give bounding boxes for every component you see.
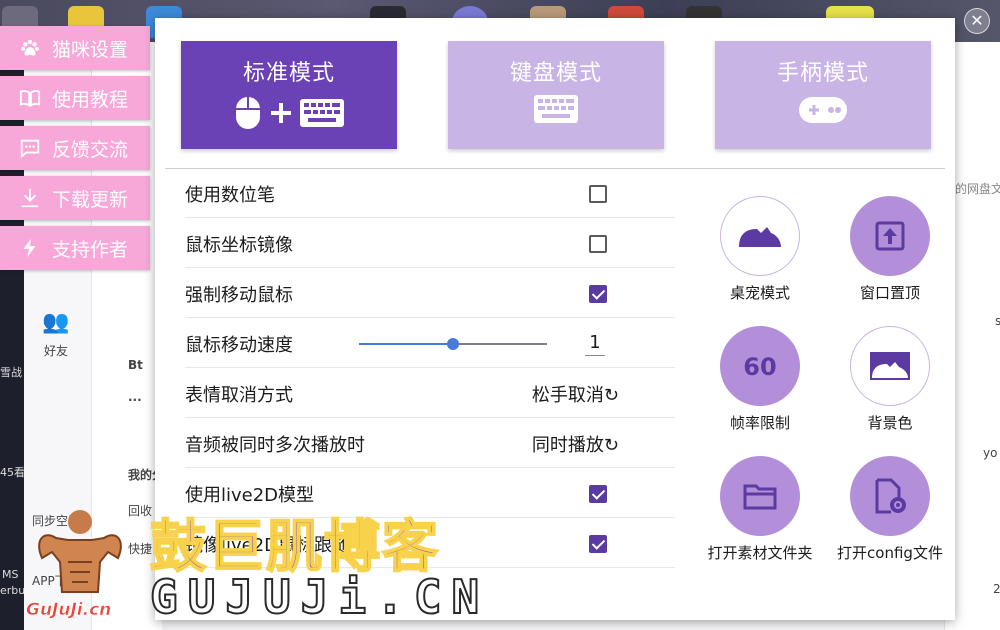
mode-keyboard-button[interactable]: 键盘模式 <box>448 41 664 149</box>
list-item[interactable]: 快捷 <box>128 540 152 557</box>
setting-audio-multi: 音频被同时多次播放时 同时播放↻ <box>185 420 675 468</box>
menu-cat-settings[interactable]: 猫咪设置 <box>0 26 150 70</box>
gamepad-icon <box>799 95 847 125</box>
friends-icon[interactable]: 👥 <box>42 310 69 335</box>
audio-multi-toggle[interactable]: 同时播放↻ <box>532 431 619 457</box>
pin-top-icon <box>850 196 930 276</box>
nav-sync-label[interactable]: 同步空间 <box>32 512 80 529</box>
list-item[interactable]: 回收 <box>128 502 152 519</box>
mode-gamepad-button[interactable]: 手柄模式 <box>715 41 931 149</box>
background-color-button[interactable]: 背景色 <box>825 326 955 433</box>
always-on-top-button[interactable]: 窗口置顶 <box>825 196 955 303</box>
cycle-icon: ↻ <box>603 384 619 406</box>
list-item[interactable]: Bt <box>128 358 143 372</box>
cycle-icon: ↻ <box>603 434 619 456</box>
divider <box>165 168 945 169</box>
settings-window: 标准模式 键盘模式 手柄模式 使用数位笔 鼠标坐标镜像 强制移动鼠标 鼠标移动速… <box>155 18 955 620</box>
background-icon <box>850 326 930 406</box>
menu-download-update[interactable]: 下载更新 <box>0 176 150 220</box>
live2d-checkbox[interactable] <box>589 484 607 503</box>
menu-label: 反馈交流 <box>52 138 129 161</box>
setting-emote-cancel: 表情取消方式 松手取消↻ <box>185 370 675 418</box>
nav-friends-label[interactable]: 好友 <box>44 342 68 359</box>
setting-label: 鼠标移动速度 <box>185 334 293 356</box>
setting-mouse-speed: 鼠标移动速度 1 <box>185 320 675 368</box>
frame-rate-button[interactable]: 60 帧率限制 <box>695 326 825 433</box>
background-text: s <box>995 314 1000 328</box>
pet-mode-button[interactable]: 桌宠模式 <box>695 196 825 303</box>
nav-app-label[interactable]: APP下载 <box>32 572 79 589</box>
setting-live2d-mirror: 镜像live2D鼠标跟随 <box>185 520 675 568</box>
slider-thumb[interactable] <box>447 337 459 350</box>
file-settings-icon <box>850 456 930 536</box>
left-menu: 猫咪设置 使用教程 反馈交流 下载更新 支持作者 <box>0 26 150 276</box>
setting-label: 使用数位笔 <box>185 184 275 206</box>
setting-label: 音频被同时多次播放时 <box>185 434 365 456</box>
chat-icon <box>18 136 42 160</box>
function-label: 桌宠模式 <box>729 284 790 302</box>
menu-support-author[interactable]: 支持作者 <box>0 226 150 270</box>
lightning-icon <box>18 236 42 260</box>
book-icon <box>18 86 42 110</box>
force-move-checkbox[interactable] <box>589 284 607 303</box>
mode-label: 键盘模式 <box>509 61 602 86</box>
mouse-speed-value[interactable]: 1 <box>585 332 605 356</box>
setting-label: 强制移动鼠标 <box>185 284 293 306</box>
download-icon <box>18 186 42 210</box>
close-icon[interactable]: ✕ <box>964 8 990 34</box>
mode-label: 手柄模式 <box>776 61 869 86</box>
slider-fill <box>359 342 453 345</box>
background-text: 45看 <box>0 466 25 479</box>
setting-label: 使用live2D模型 <box>185 484 315 506</box>
mouse-mirror-checkbox[interactable] <box>589 234 607 253</box>
digital-pen-checkbox[interactable] <box>589 184 607 203</box>
open-assets-folder-button[interactable]: 打开素材文件夹 <box>695 456 825 563</box>
background-text: yo <box>983 446 998 460</box>
menu-tutorial[interactable]: 使用教程 <box>0 76 150 120</box>
setting-label: 表情取消方式 <box>185 384 293 406</box>
live2d-mirror-checkbox[interactable] <box>589 534 607 553</box>
menu-label: 支持作者 <box>52 238 129 261</box>
function-label: 背景色 <box>867 414 913 432</box>
function-label: 打开config文件 <box>837 544 943 562</box>
menu-label: 使用教程 <box>52 88 129 111</box>
keyboard-icon <box>534 95 578 123</box>
setting-force-move: 强制移动鼠标 <box>185 270 675 318</box>
mode-label: 标准模式 <box>242 61 335 86</box>
function-label: 帧率限制 <box>729 414 790 432</box>
open-config-file-button[interactable]: 打开config文件 <box>825 456 955 563</box>
mouse-keyboard-icon <box>234 95 344 131</box>
mode-standard-button[interactable]: 标准模式 <box>181 41 397 149</box>
background-text: 的网盘文 <box>955 182 1000 196</box>
background-text: 2 <box>993 582 1000 596</box>
setting-digital-pen: 使用数位笔 <box>185 170 675 218</box>
function-label: 打开素材文件夹 <box>707 544 813 562</box>
background-text: MS <box>2 568 19 581</box>
setting-live2d: 使用live2D模型 <box>185 470 675 518</box>
menu-feedback[interactable]: 反馈交流 <box>0 126 150 170</box>
paw-icon <box>18 36 42 60</box>
cat-icon <box>720 196 800 276</box>
setting-label: 镜像live2D鼠标跟随 <box>185 534 351 556</box>
function-label: 窗口置顶 <box>859 284 920 302</box>
setting-label: 鼠标坐标镜像 <box>185 234 293 256</box>
svg-text:60: 60 <box>743 353 776 381</box>
background-text: 雪战 <box>0 366 22 379</box>
audio-multi-value: 同时播放 <box>531 434 604 456</box>
menu-label: 下载更新 <box>52 188 129 211</box>
folder-icon <box>720 456 800 536</box>
menu-label: 猫咪设置 <box>52 38 129 61</box>
list-item[interactable]: ... <box>128 390 142 404</box>
setting-mouse-mirror: 鼠标坐标镜像 <box>185 220 675 268</box>
emote-cancel-toggle[interactable]: 松手取消↻ <box>532 381 619 407</box>
mouse-speed-slider[interactable] <box>359 337 547 350</box>
fps-60-icon: 60 <box>720 326 800 406</box>
background-text: erbu <box>0 584 26 597</box>
emote-cancel-value: 松手取消 <box>531 384 604 406</box>
